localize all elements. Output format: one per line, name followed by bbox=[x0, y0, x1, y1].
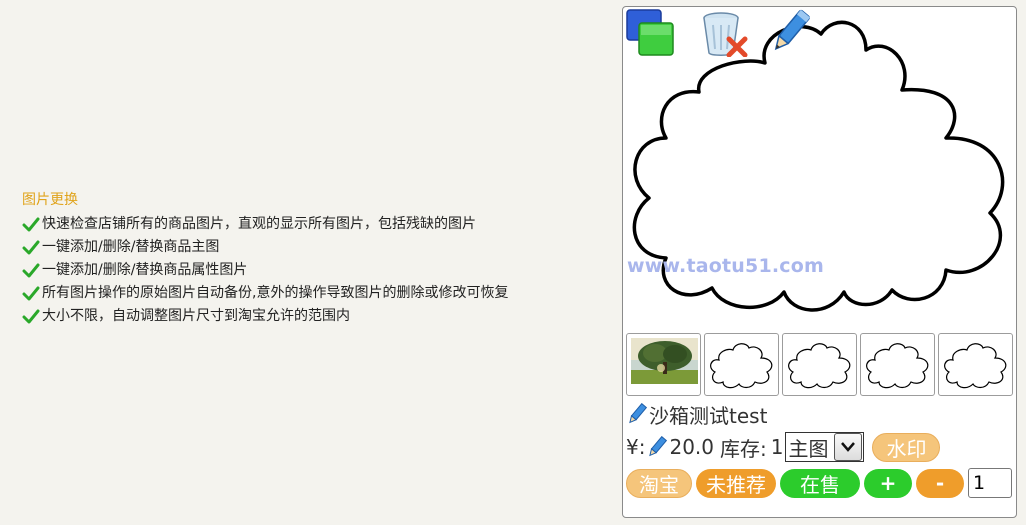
edit-price-icon[interactable] bbox=[646, 436, 668, 458]
actions-row: 淘宝 未推荐 在售 + - bbox=[626, 467, 1012, 499]
thumbnail-strip bbox=[626, 333, 1016, 396]
check-icon bbox=[22, 263, 40, 277]
feature-text: 所有图片操作的原始图片自动备份,意外的操作导致图片的删除或修改可恢复 bbox=[42, 285, 509, 301]
feature-list: 图片更换 快速检查店铺所有的商品图片，直观的显示所有图片，包括残缺的图片 一键添… bbox=[22, 190, 508, 328]
feature-item: 一键添加/删除/替换商品主图 bbox=[22, 236, 508, 259]
feature-item: 所有图片操作的原始图片自动备份,意外的操作导致图片的删除或修改可恢复 bbox=[22, 282, 508, 305]
stock-label: 库存: bbox=[720, 436, 767, 461]
thumbnail-cloud[interactable] bbox=[704, 333, 779, 396]
product-name-row: 沙箱测试test bbox=[626, 401, 768, 428]
image-type-value: 主图 bbox=[788, 436, 829, 461]
price-stock-row: ¥: 20.0 库存: 1 主图 水印 bbox=[626, 431, 941, 463]
feature-text: 大小不限，自动调整图片尺寸到淘宝允许的范围内 bbox=[42, 308, 350, 324]
stock-value: 1 bbox=[770, 435, 784, 459]
copy-image-icon[interactable] bbox=[626, 9, 674, 57]
feature-text: 一键添加/删除/替换商品属性图片 bbox=[42, 262, 248, 278]
main-image[interactable] bbox=[624, 8, 1016, 333]
thumbnail-cloud[interactable] bbox=[860, 333, 935, 396]
quantity-input[interactable] bbox=[968, 468, 1012, 498]
edit-name-icon[interactable] bbox=[626, 403, 648, 425]
price-value: 20.0 bbox=[669, 435, 714, 459]
price-label: ¥: bbox=[626, 435, 646, 459]
feature-item: 大小不限，自动调整图片尺寸到淘宝允许的范围内 bbox=[22, 305, 508, 328]
thumbnail-tree[interactable] bbox=[626, 333, 701, 396]
feature-item: 快速检查店铺所有的商品图片，直观的显示所有图片，包括残缺的图片 bbox=[22, 213, 508, 236]
recommend-button[interactable]: 未推荐 bbox=[696, 468, 776, 498]
taobao-button[interactable]: 淘宝 bbox=[626, 468, 692, 498]
image-type-select[interactable]: 主图 bbox=[785, 432, 865, 462]
thumbnail-cloud[interactable] bbox=[938, 333, 1013, 396]
edit-image-icon[interactable] bbox=[766, 8, 814, 56]
feature-text: 快速检查店铺所有的商品图片，直观的显示所有图片，包括残缺的图片 bbox=[42, 216, 476, 232]
status-button[interactable]: 在售 bbox=[780, 468, 860, 498]
check-icon bbox=[22, 309, 40, 323]
chevron-down-icon bbox=[834, 433, 863, 461]
feature-text: 一键添加/删除/替换商品主图 bbox=[42, 239, 220, 255]
thumbnail-cloud[interactable] bbox=[782, 333, 857, 396]
plus-button[interactable]: + bbox=[864, 468, 912, 498]
delete-image-icon[interactable] bbox=[701, 11, 749, 57]
watermark-button[interactable]: 水印 bbox=[872, 432, 941, 462]
product-name: 沙箱测试test bbox=[649, 403, 768, 428]
feature-title: 图片更换 bbox=[22, 192, 78, 208]
check-icon bbox=[22, 217, 40, 231]
minus-button[interactable]: - bbox=[916, 468, 964, 498]
feature-item: 一键添加/删除/替换商品属性图片 bbox=[22, 259, 508, 282]
watermark-text: www.taotu51.com bbox=[627, 255, 824, 277]
product-panel: www.taotu51.com 沙箱测试test ¥: 20.0 库存: 1 主… bbox=[622, 6, 1017, 518]
check-icon bbox=[22, 240, 40, 254]
check-icon bbox=[22, 286, 40, 300]
